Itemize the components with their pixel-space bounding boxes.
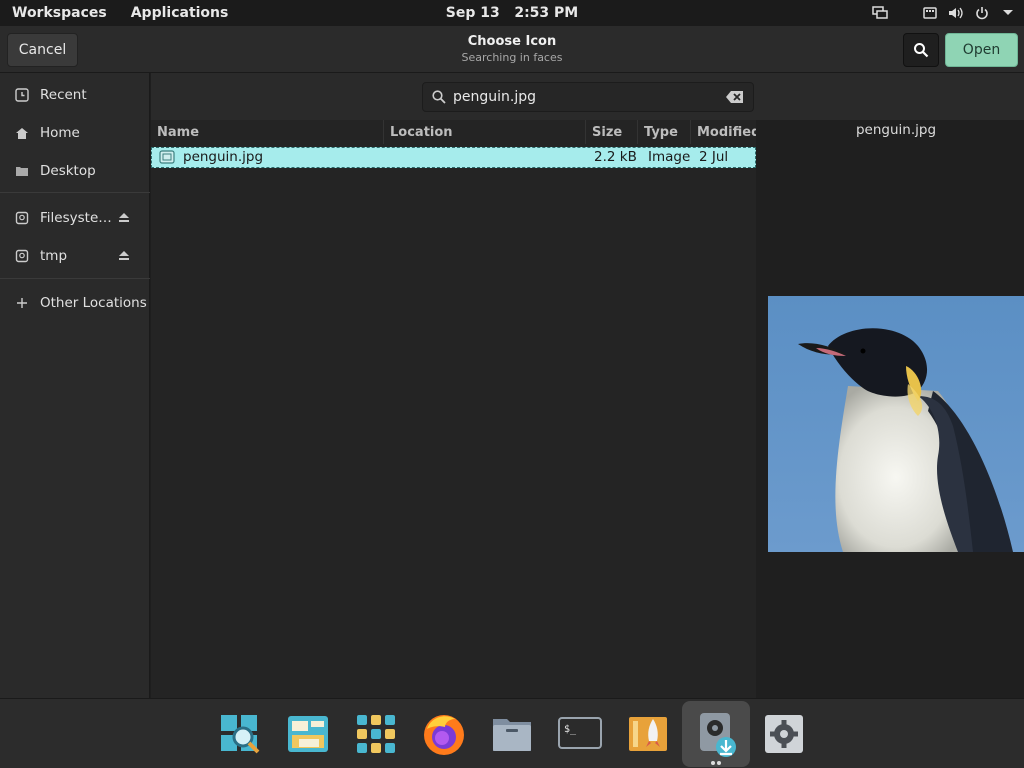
app-grid-icon[interactable] <box>351 709 401 759</box>
table-row[interactable]: penguin.jpg 2.2 kB Image 2 Jul <box>151 147 756 168</box>
sidebar-item-filesystem[interactable]: Filesyste… <box>0 203 150 233</box>
time-label[interactable]: 2:53 PM <box>514 5 578 21</box>
search-input[interactable]: penguin.jpg <box>422 82 754 112</box>
file-list: Name Location Size Type Modified penguin… <box>151 120 760 698</box>
sidebar-item-other-locations[interactable]: Other Locations <box>0 288 150 318</box>
column-header-modified[interactable]: Modified <box>691 120 760 144</box>
dialog-title: Choose Icon <box>467 34 557 49</box>
date-label[interactable]: Sep 13 <box>446 5 500 21</box>
search-app-icon[interactable] <box>215 709 265 759</box>
file-name: penguin.jpg <box>183 149 264 165</box>
disk-install-icon[interactable] <box>691 709 741 759</box>
firefox-icon[interactable] <box>419 709 469 759</box>
column-header-size[interactable]: Size <box>586 120 638 144</box>
search-text[interactable]: penguin.jpg <box>453 89 725 105</box>
drive-icon <box>14 248 30 264</box>
eject-icon[interactable] <box>118 211 130 227</box>
file-size: 2.2 kB <box>594 149 637 165</box>
chevron-down-icon[interactable] <box>1000 5 1016 21</box>
image-preview-pane: penguin.jpg <box>756 120 1024 698</box>
sidebar-item-desktop[interactable]: Desktop <box>0 156 150 186</box>
preview-filename: penguin.jpg <box>855 122 937 138</box>
files-icon[interactable] <box>487 709 537 759</box>
sidebar-item-label: Filesyste… <box>40 210 112 226</box>
svg-text:$_: $_ <box>564 724 577 735</box>
launcher-icon[interactable] <box>623 709 673 759</box>
file-type: Image <box>648 149 691 165</box>
applications-button[interactable]: Applications <box>119 5 241 21</box>
top-panel: Workspaces Applications Sep 13 2:53 PM <box>0 0 1024 26</box>
search-toggle-button[interactable] <box>903 33 939 67</box>
workspaces-button[interactable]: Workspaces <box>0 5 119 21</box>
clear-search-icon[interactable] <box>725 89 745 105</box>
running-indicator <box>711 761 721 765</box>
sidebar-item-label: Desktop <box>40 163 96 179</box>
plus-icon <box>14 295 30 311</box>
sidebar-item-recent[interactable]: Recent <box>0 80 150 110</box>
image-file-icon <box>159 150 175 168</box>
search-icon <box>914 43 929 58</box>
sidebar-item-label: tmp <box>40 248 68 264</box>
file-modified: 2 Jul <box>699 149 729 165</box>
settings-icon[interactable] <box>759 709 809 759</box>
search-icon <box>431 89 447 105</box>
open-button[interactable]: Open <box>945 33 1018 67</box>
sidebar-item-label: Home <box>40 125 80 141</box>
notifications-icon[interactable] <box>872 5 888 21</box>
column-header-name[interactable]: Name <box>151 120 384 144</box>
keyboard-icon[interactable] <box>922 5 938 21</box>
home-icon <box>14 125 30 141</box>
clock-icon <box>14 87 30 103</box>
terminal-icon[interactable]: $_ <box>555 709 605 759</box>
column-header-location[interactable]: Location <box>384 120 586 144</box>
dock: $_ <box>0 698 1024 768</box>
penguin-image <box>768 296 1024 552</box>
sidebar-item-home[interactable]: Home <box>0 118 150 148</box>
volume-icon[interactable] <box>948 5 964 21</box>
sidebar-item-label: Recent <box>40 87 87 103</box>
column-header-type[interactable]: Type <box>638 120 691 144</box>
eject-icon[interactable] <box>118 249 130 265</box>
places-sidebar: Recent Home Desktop Filesyste… tmp Other… <box>0 73 150 698</box>
folder-icon <box>14 163 30 179</box>
power-icon[interactable] <box>974 5 990 21</box>
screenshot-app-icon[interactable] <box>283 709 333 759</box>
dialog-subtitle: Searching in faces <box>461 51 563 64</box>
dialog-headerbar: Cancel Choose Icon Searching in faces Op… <box>0 26 1024 73</box>
sidebar-item-label: Other Locations <box>40 295 147 311</box>
drive-icon <box>14 210 30 226</box>
sidebar-item-tmp[interactable]: tmp <box>0 241 150 271</box>
